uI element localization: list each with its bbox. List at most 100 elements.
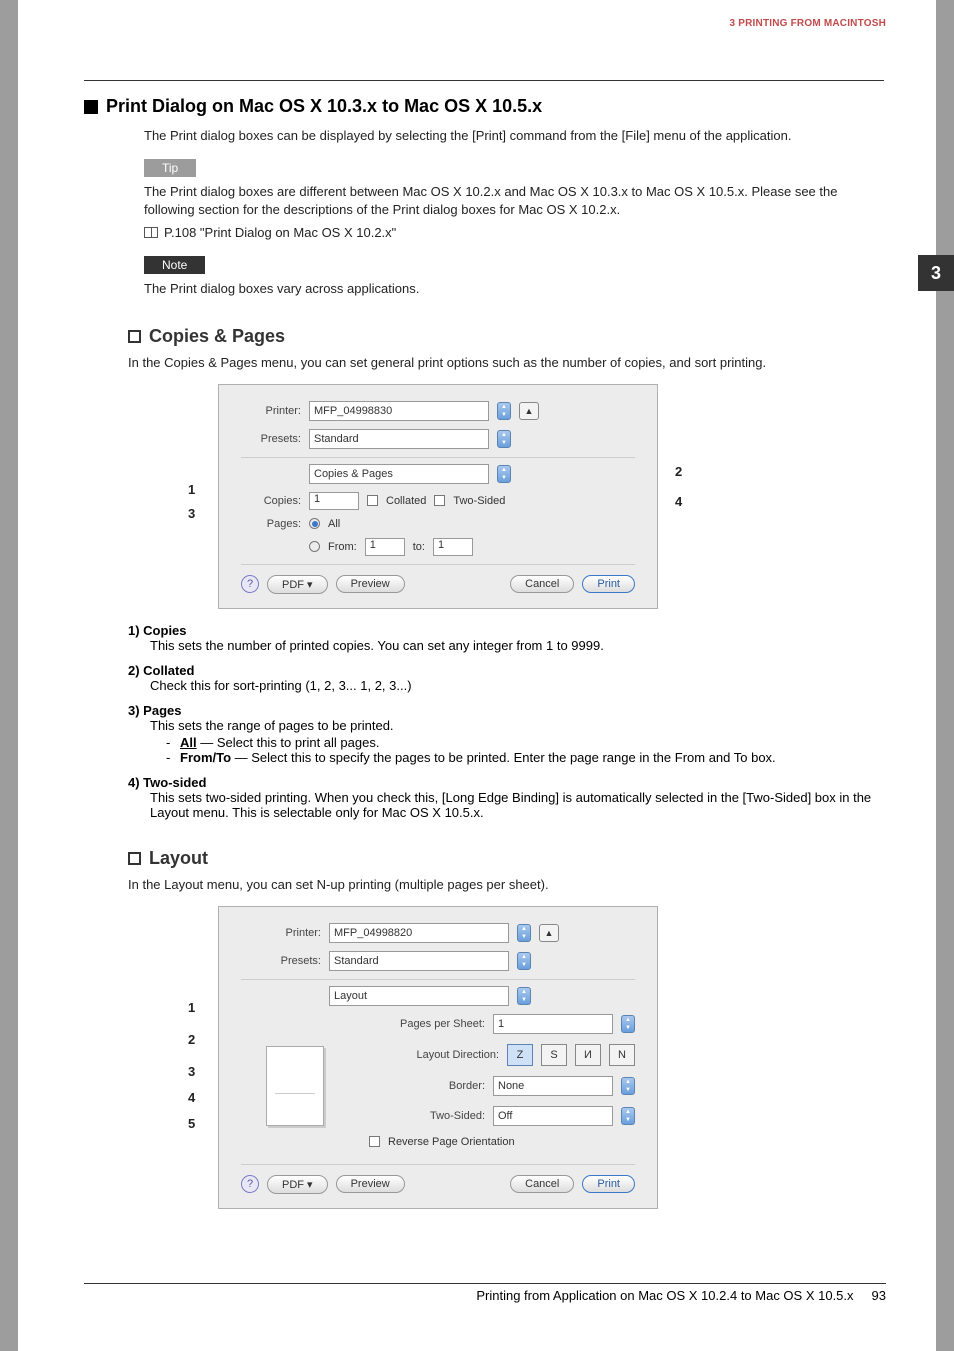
from-input[interactable]: 1 xyxy=(365,538,405,556)
pdf-button[interactable]: PDF ▾ xyxy=(267,575,328,594)
li4-title: 4) Two-sided xyxy=(128,775,206,790)
border-select[interactable]: None xyxy=(493,1076,613,1096)
preview-button[interactable]: Preview xyxy=(336,575,405,593)
pane-stepper[interactable]: ▲▼ xyxy=(497,465,511,483)
l-presets-label: Presets: xyxy=(241,955,321,967)
pages-label: Pages: xyxy=(241,518,301,530)
h1-title: Print Dialog on Mac OS X 10.3.x to Mac O… xyxy=(106,96,542,117)
dir-label: Layout Direction: xyxy=(389,1049,499,1061)
dir-btn-1[interactable]: Z xyxy=(507,1044,533,1066)
to-input[interactable]: 1 xyxy=(433,538,473,556)
layout-options: Pages per Sheet: 1 ▲▼ Layout Direction: … xyxy=(361,1014,635,1158)
pages-all-label: All xyxy=(328,518,340,530)
collated-checkbox[interactable] xyxy=(367,495,378,506)
printer-label: Printer: xyxy=(241,405,301,417)
print-button[interactable]: Print xyxy=(582,575,635,593)
pane-select[interactable]: Copies & Pages xyxy=(309,464,489,484)
l-twosided-select[interactable]: Off xyxy=(493,1106,613,1126)
twosided-checkbox[interactable] xyxy=(434,495,445,506)
pages-all-radio[interactable] xyxy=(309,518,320,529)
copies-label: Copies: xyxy=(241,495,301,507)
square-bullet-icon xyxy=(84,100,98,114)
page-preview xyxy=(241,1014,349,1158)
li2-title: 2) Collated xyxy=(128,663,194,678)
printer-info-button[interactable]: ▲ xyxy=(519,402,539,420)
header-section: 3 PRINTING FROM MACINTOSH xyxy=(730,18,886,29)
to-label: to: xyxy=(413,541,425,553)
l-pane-stepper[interactable]: ▲▼ xyxy=(517,987,531,1005)
callout-1: 1 xyxy=(188,482,195,497)
dlg1-wrap: 1 2 3 4 Printer: MFP_04998830 ▲▼ ▲ Prese… xyxy=(128,384,884,609)
l-presets-value: Standard xyxy=(334,955,379,967)
pps-stepper[interactable]: ▲▼ xyxy=(621,1015,635,1033)
cancel-button[interactable]: Cancel xyxy=(510,575,574,593)
callout-5b: 5 xyxy=(188,1116,195,1131)
l-printer-select[interactable]: MFP_04998820 xyxy=(329,923,509,943)
l-twosided-stepper[interactable]: ▲▼ xyxy=(621,1107,635,1125)
pps-value: 1 xyxy=(498,1018,504,1030)
copies-pages-title: Copies & Pages xyxy=(149,326,285,347)
button-row: ? PDF ▾ Preview Cancel Print xyxy=(241,575,635,594)
presets-stepper[interactable]: ▲▼ xyxy=(497,430,511,448)
callout-3: 3 xyxy=(188,506,195,521)
pps-select[interactable]: 1 xyxy=(493,1014,613,1034)
pane-value: Copies & Pages xyxy=(314,468,393,480)
page: 3 PRINTING FROM MACINTOSH 3 Print Dialog… xyxy=(18,0,936,1351)
presets-select[interactable]: Standard xyxy=(309,429,489,449)
l-twosided-label: Two-Sided: xyxy=(375,1110,485,1122)
li3-desc: This sets the range of pages to be print… xyxy=(150,718,884,733)
dir-btn-3[interactable]: И xyxy=(575,1044,601,1066)
callout-4: 4 xyxy=(675,494,682,509)
l-help-button[interactable]: ? xyxy=(241,1175,259,1193)
l-preview-button[interactable]: Preview xyxy=(336,1175,405,1193)
border-value: None xyxy=(498,1080,524,1092)
l-presets-select[interactable]: Standard xyxy=(329,951,509,971)
l-pdf-button[interactable]: PDF ▾ xyxy=(267,1175,328,1194)
copies-pages-intro: In the Copies & Pages menu, you can set … xyxy=(128,355,884,370)
help-button[interactable]: ? xyxy=(241,575,259,593)
copies-input[interactable]: 1 xyxy=(309,492,359,510)
l-printer-info[interactable]: ▲ xyxy=(539,924,559,942)
dlg2-wrap: 1 2 3 4 5 Printer: MFP_04998820 ▲▼ ▲ Pre… xyxy=(128,906,884,1209)
border-stepper[interactable]: ▲▼ xyxy=(621,1077,635,1095)
footer: Printing from Application on Mac OS X 10… xyxy=(84,1283,886,1303)
outline-square-icon xyxy=(128,852,141,865)
dir-btn-4[interactable]: N xyxy=(609,1044,635,1066)
reverse-label: Reverse Page Orientation xyxy=(388,1136,515,1148)
printer-select[interactable]: MFP_04998830 xyxy=(309,401,489,421)
from-label: From: xyxy=(328,541,357,553)
divider xyxy=(241,564,635,565)
layout-intro: In the Layout menu, you can set N-up pri… xyxy=(128,877,884,892)
callout-1b: 1 xyxy=(188,1000,195,1015)
tip-ref-text: P.108 "Print Dialog on Mac OS X 10.2.x" xyxy=(164,224,396,242)
l-pane-select[interactable]: Layout xyxy=(329,986,509,1006)
callout-2: 2 xyxy=(675,464,682,479)
printer-stepper[interactable]: ▲▼ xyxy=(497,402,511,420)
tip-ref: P.108 "Print Dialog on Mac OS X 10.2.x" xyxy=(144,224,884,242)
content: Print Dialog on Mac OS X 10.3.x to Mac O… xyxy=(84,96,884,1223)
top-rule xyxy=(84,80,884,81)
li3-ft-b: From/To xyxy=(180,750,231,765)
l-pane-value: Layout xyxy=(334,990,367,1002)
layout-title: Layout xyxy=(149,848,208,869)
pps-label: Pages per Sheet: xyxy=(375,1018,485,1030)
li4-desc: This sets two-sided printing. When you c… xyxy=(150,790,884,820)
l-printer-stepper[interactable]: ▲▼ xyxy=(517,924,531,942)
intro-text: The Print dialog boxes can be displayed … xyxy=(144,127,884,145)
li2-desc: Check this for sort-printing (1, 2, 3...… xyxy=(150,678,884,693)
note-label: Note xyxy=(144,256,205,274)
page-thumb-icon xyxy=(266,1046,324,1126)
h1: Print Dialog on Mac OS X 10.3.x to Mac O… xyxy=(84,96,884,117)
dir-btn-2[interactable]: S xyxy=(541,1044,567,1066)
l-printer-label: Printer: xyxy=(241,927,321,939)
l-print-button[interactable]: Print xyxy=(582,1175,635,1193)
pages-from-radio[interactable] xyxy=(309,541,320,552)
l-cancel-button[interactable]: Cancel xyxy=(510,1175,574,1193)
outline-square-icon xyxy=(128,330,141,343)
footer-text: Printing from Application on Mac OS X 10… xyxy=(476,1288,853,1303)
reverse-checkbox[interactable] xyxy=(369,1136,380,1147)
l-presets-stepper[interactable]: ▲▼ xyxy=(517,952,531,970)
li3-all-r: — Select this to print all pages. xyxy=(197,735,380,750)
l-printer-value: MFP_04998820 xyxy=(334,927,412,939)
li3-ft-r: — Select this to specify the pages to be… xyxy=(231,750,776,765)
